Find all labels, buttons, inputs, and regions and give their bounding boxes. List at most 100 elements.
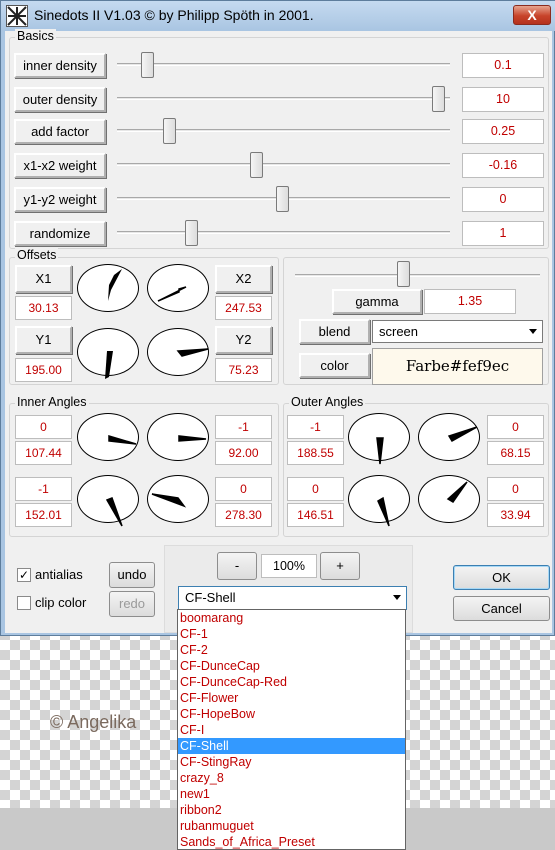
basics-slider-track-0[interactable] — [117, 63, 450, 66]
outer-a-top[interactable]: -1 — [287, 415, 344, 439]
gamma-value[interactable]: 1.35 — [424, 289, 516, 314]
outer-d-top[interactable]: 0 — [487, 477, 544, 501]
basics-label-1: outer density — [14, 87, 106, 112]
outer-dial-d[interactable] — [418, 475, 480, 523]
outer-c-top[interactable]: 0 — [287, 477, 344, 501]
preset-dropdown-list[interactable]: boomarang CF-1 CF-2 CF-DunceCap CF-DunceCap-… — [177, 609, 406, 850]
basics-value-2[interactable]: 0.25 — [462, 119, 544, 144]
gamma-slider-track[interactable] — [295, 274, 540, 277]
preset-list-item[interactable]: boomarang — [178, 610, 405, 626]
y2-label: Y2 — [215, 326, 272, 354]
offset-dial-4[interactable] — [147, 328, 209, 376]
basics-slider-track-1[interactable] — [117, 97, 450, 100]
window-title: Sinedots II V1.03 © by Philipp Spöth in … — [34, 7, 314, 23]
gamma-slider-thumb[interactable] — [397, 261, 410, 287]
ok-button[interactable]: OK — [453, 565, 550, 590]
inner-dial-c[interactable] — [77, 475, 139, 527]
inner-d-bottom[interactable]: 278.30 — [215, 503, 272, 527]
outer-a-bottom[interactable]: 188.55 — [287, 441, 344, 465]
offset-dial-1[interactable] — [77, 264, 139, 312]
basics-slider-track-3[interactable] — [117, 163, 450, 166]
blend-select[interactable]: screen — [372, 320, 543, 343]
outer-b-bottom[interactable]: 68.15 — [487, 441, 544, 465]
outer-d-bottom[interactable]: 33.94 — [487, 503, 544, 527]
offset-dial-2[interactable] — [147, 264, 209, 312]
outer-dial-a-hand — [376, 437, 384, 465]
inner-b-bottom[interactable]: 92.00 — [215, 441, 272, 465]
basics-slider-thumb-2[interactable] — [163, 118, 176, 144]
inner-dial-d[interactable] — [147, 475, 209, 523]
offset-dial-3-hand — [105, 351, 113, 379]
redo-button[interactable]: redo — [109, 591, 155, 617]
preset-list-item[interactable]: crazy_8 — [178, 770, 405, 786]
inner-a-bottom[interactable]: 107.44 — [15, 441, 72, 465]
title-bar[interactable]: Sinedots II V1.03 © by Philipp Spöth in … — [1, 1, 555, 31]
inner-c-top[interactable]: -1 — [15, 477, 72, 501]
inner-a-top[interactable]: 0 — [15, 415, 72, 439]
basics-value-1[interactable]: 10 — [462, 87, 544, 112]
y1-label: Y1 — [15, 326, 72, 354]
preset-list-item[interactable]: CF-1 — [178, 626, 405, 642]
preset-list-item[interactable]: CF-Shell — [178, 738, 405, 754]
basics-value-0[interactable]: 0.1 — [462, 53, 544, 78]
preset-list-item[interactable]: CF-Flower — [178, 690, 405, 706]
inner-dial-b-hand — [178, 435, 207, 442]
preset-list-item[interactable]: Sands_of_Africa_Preset — [178, 834, 405, 850]
cancel-button[interactable]: Cancel — [453, 596, 550, 621]
preset-list-item[interactable]: CF-I — [178, 722, 405, 738]
offset-dial-3[interactable] — [77, 328, 139, 379]
inner-c-bottom[interactable]: 152.01 — [15, 503, 72, 527]
basics-value-4[interactable]: 0 — [462, 187, 544, 212]
preset-list-item[interactable]: CF-DunceCap — [178, 658, 405, 674]
preset-list-item[interactable]: rubanmuguet — [178, 818, 405, 834]
zoom-in-button[interactable]: + — [320, 552, 360, 580]
y2-value[interactable]: 75.23 — [215, 358, 272, 382]
basics-value-5[interactable]: 1 — [462, 221, 544, 246]
zoom-value[interactable]: 100% — [261, 554, 317, 578]
chevron-down-icon — [393, 595, 401, 600]
outer-dial-c[interactable] — [348, 475, 410, 527]
basics-slider-thumb-1[interactable] — [432, 86, 445, 112]
clip-color-checkbox[interactable] — [17, 596, 31, 610]
basics-label-0: inner density — [14, 53, 106, 78]
inner-angles-label: Inner Angles — [15, 395, 89, 409]
basics-slider-thumb-4[interactable] — [276, 186, 289, 212]
y1-value[interactable]: 195.00 — [15, 358, 72, 382]
outer-dial-a[interactable] — [348, 413, 410, 465]
preset-list-item[interactable]: CF-HopeBow — [178, 706, 405, 722]
gamma-label: gamma — [332, 289, 422, 314]
inner-d-top[interactable]: 0 — [215, 477, 272, 501]
outer-dial-d-hand — [446, 481, 468, 504]
basics-label-5[interactable]: randomize — [14, 221, 106, 246]
preset-list-item[interactable]: CF-StingRay — [178, 754, 405, 770]
outer-dial-b-hand — [447, 426, 478, 443]
preset-list-item[interactable]: CF-2 — [178, 642, 405, 658]
inner-dial-a[interactable] — [77, 413, 139, 461]
zoom-out-button[interactable]: - — [217, 552, 257, 580]
basics-slider-thumb-5[interactable] — [185, 220, 198, 246]
outer-dial-c-hand — [377, 496, 390, 527]
preset-select[interactable]: CF-Shell — [178, 586, 407, 610]
x1-value[interactable]: 30.13 — [15, 296, 72, 320]
close-button[interactable]: X — [513, 5, 551, 25]
inner-dial-b[interactable] — [147, 413, 209, 461]
preset-list-item[interactable]: CF-DunceCap-Red — [178, 674, 405, 690]
antialias-checkbox[interactable]: ✓ — [17, 568, 31, 582]
basics-slider-thumb-3[interactable] — [250, 152, 263, 178]
close-icon[interactable]: X — [527, 7, 536, 23]
color-swatch[interactable]: Farbe#fef9ec — [372, 348, 543, 385]
x2-value[interactable]: 247.53 — [215, 296, 272, 320]
basics-slider-track-5[interactable] — [117, 231, 450, 234]
inner-b-top[interactable]: -1 — [215, 415, 272, 439]
basics-slider-thumb-0[interactable] — [141, 52, 154, 78]
basics-label-4: y1-y2 weight — [14, 187, 106, 212]
undo-button[interactable]: undo — [109, 562, 155, 588]
preset-list-item[interactable]: ribbon2 — [178, 802, 405, 818]
preset-list-item[interactable]: new1 — [178, 786, 405, 802]
app-logo-icon — [7, 6, 27, 26]
basics-value-3[interactable]: -0.16 — [462, 153, 544, 178]
outer-c-bottom[interactable]: 146.51 — [287, 503, 344, 527]
basics-label-2: add factor — [14, 119, 106, 144]
outer-dial-b[interactable] — [418, 413, 480, 461]
outer-b-top[interactable]: 0 — [487, 415, 544, 439]
